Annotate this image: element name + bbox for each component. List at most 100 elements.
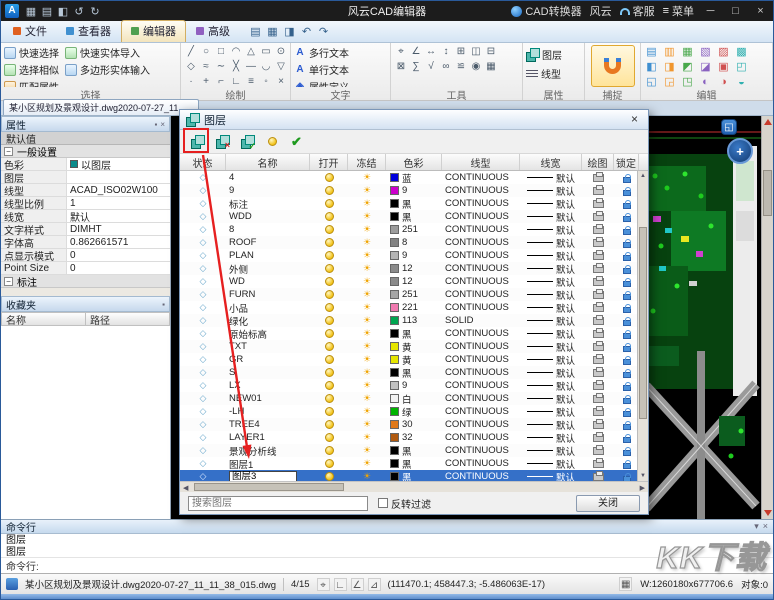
layer-on-icon[interactable]: [325, 212, 334, 221]
layer-freeze-icon[interactable]: ☀: [363, 238, 371, 247]
draw-tool-icon[interactable]: ◠: [229, 45, 243, 59]
layer-row[interactable]: ◇小品☀221CONTINUOUS默认: [180, 301, 637, 314]
titlebar-quick-icon[interactable]: ▤: [40, 5, 54, 18]
layer-plot-icon[interactable]: [593, 408, 604, 416]
layer-linetype[interactable]: CONTINUOUS: [442, 366, 520, 379]
layer-on-icon[interactable]: [325, 433, 334, 442]
layer-color-cell[interactable]: 30: [386, 418, 442, 431]
layer-lineweight[interactable]: 默认: [520, 379, 582, 392]
layer-row[interactable]: ◇LAYER1☀32CONTINUOUS默认: [180, 431, 637, 444]
layer-lineweight[interactable]: 默认: [520, 431, 582, 444]
layer-linetype[interactable]: CONTINUOUS: [442, 418, 520, 431]
layer-on-icon[interactable]: [325, 264, 334, 273]
layer-lock-icon[interactable]: [623, 177, 631, 183]
draw-tool-icon[interactable]: ·: [184, 75, 198, 87]
layer-linetype[interactable]: CONTINUOUS: [442, 379, 520, 392]
layers-dialog-close-icon[interactable]: ×: [627, 113, 642, 127]
draw-tool-icon[interactable]: ⌐: [214, 75, 228, 87]
quick-entity-import-button[interactable]: 快速实体导入: [65, 45, 150, 60]
minimize-button[interactable]: ─: [702, 4, 719, 19]
customer-service-button[interactable]: 客服: [620, 3, 655, 19]
layer-lock-icon[interactable]: [623, 463, 631, 469]
edit-tool-icon[interactable]: ▧: [698, 45, 713, 60]
cad-converter-button[interactable]: CAD转换器: [511, 3, 581, 19]
layer-color-cell[interactable]: 12: [386, 262, 442, 275]
layer-color-cell[interactable]: 黑: [386, 470, 442, 481]
layer-lock-icon[interactable]: [623, 255, 631, 261]
layer-lock-icon[interactable]: [623, 281, 631, 287]
layer-lineweight[interactable]: 默认: [520, 171, 582, 184]
snap-toggle-icon[interactable]: ⊿: [368, 578, 381, 591]
layer-row[interactable]: ◇PLAN☀9CONTINUOUS默认: [180, 249, 637, 262]
draw-tool-icon[interactable]: +: [199, 75, 213, 87]
layer-row[interactable]: ◇S☀黑CONTINUOUS默认: [180, 366, 637, 379]
layer-on-icon[interactable]: [325, 238, 334, 247]
layer-row[interactable]: ◇WDD☀黑CONTINUOUS默认: [180, 210, 637, 223]
draw-tool-icon[interactable]: ◦: [259, 75, 273, 87]
layer-on-icon[interactable]: [325, 316, 334, 325]
scroll-down-icon[interactable]: ▼: [640, 473, 646, 479]
layer-on-icon[interactable]: [325, 251, 334, 260]
layer-lock-icon[interactable]: [623, 190, 631, 196]
layer-name-editbox[interactable]: 图层3: [229, 471, 297, 481]
scrollbar-thumb[interactable]: [763, 170, 772, 216]
attribute-define-button[interactable]: ◈属性定义: [294, 79, 387, 87]
layer-plot-icon[interactable]: [593, 317, 604, 325]
layer-freeze-icon[interactable]: ☀: [363, 420, 371, 429]
titlebar-quick-icon[interactable]: ↻: [88, 5, 102, 18]
tool-icon[interactable]: ⌖: [394, 45, 408, 59]
property-row[interactable]: 图层: [1, 171, 170, 184]
delete-layer-button[interactable]: ×: [212, 132, 232, 151]
layer-lock-icon[interactable]: [623, 385, 631, 391]
text-button[interactable]: A单行文本: [294, 62, 387, 77]
favorites-col-path[interactable]: 路径: [86, 312, 170, 326]
maximize-button[interactable]: □: [727, 4, 744, 19]
layer-row[interactable]: ◇-LH☀绿CONTINUOUS默认: [180, 405, 637, 418]
col-color[interactable]: 色彩: [386, 154, 442, 170]
edit-tool-icon[interactable]: ▤: [644, 45, 659, 60]
select-similar-button[interactable]: 选择相似: [4, 62, 59, 77]
edit-tool-icon[interactable]: ◰: [734, 60, 749, 75]
tool-icon[interactable]: ↔: [424, 45, 438, 59]
layer-row[interactable]: ◇标注☀黑CONTINUOUS默认: [180, 197, 637, 210]
layer-on-icon[interactable]: [325, 459, 334, 468]
layer-freeze-icon[interactable]: ☀: [363, 264, 371, 273]
layer-lock-icon[interactable]: [623, 346, 631, 352]
edit-tool-icon[interactable]: ▥: [662, 45, 677, 60]
layer-lineweight[interactable]: 默认: [520, 223, 582, 236]
layer-states-button[interactable]: [262, 132, 282, 151]
layer-lineweight[interactable]: 默认: [520, 275, 582, 288]
quick-select-button[interactable]: 快速选择: [4, 45, 59, 60]
tool-icon[interactable]: ▦: [484, 60, 498, 74]
layer-on-icon[interactable]: [325, 173, 334, 182]
favorites-list[interactable]: [1, 326, 170, 519]
layer-linetype[interactable]: CONTINUOUS: [442, 353, 520, 366]
layer-lineweight[interactable]: 默认: [520, 353, 582, 366]
layer-linetype[interactable]: CONTINUOUS: [442, 275, 520, 288]
layer-color-cell[interactable]: 白: [386, 392, 442, 405]
draw-tool-icon[interactable]: ≡: [244, 75, 258, 87]
layers-table-scrollbar[interactable]: ▲ ▼: [637, 171, 648, 481]
snap-toggle-icon[interactable]: ∠: [351, 578, 364, 591]
scroll-up-icon[interactable]: [764, 119, 772, 125]
layer-lineweight[interactable]: 默认: [520, 392, 582, 405]
col-linetype[interactable]: 线型: [442, 154, 520, 170]
property-value[interactable]: 0: [67, 249, 170, 261]
property-value[interactable]: 以图层: [67, 158, 170, 170]
layer-freeze-icon[interactable]: ☀: [363, 199, 371, 208]
layer-linetype[interactable]: CONTINUOUS: [442, 470, 520, 481]
col-status[interactable]: 状态: [180, 154, 226, 170]
layer-lock-icon[interactable]: [623, 320, 631, 326]
layer-plot-icon[interactable]: [593, 447, 604, 455]
panel-close-icon[interactable]: ×: [160, 120, 165, 129]
layer-color-cell[interactable]: 8: [386, 236, 442, 249]
layer-lineweight[interactable]: 默认: [520, 262, 582, 275]
layer-plot-icon[interactable]: [593, 304, 604, 312]
document-tab[interactable]: 某小区规划及景观设计.dwg2020-07-27_11...: [3, 99, 199, 115]
scrollbar-thumb[interactable]: [194, 483, 344, 491]
command-input[interactable]: [43, 560, 768, 571]
layer-row[interactable]: ◇FURN☀251CONTINUOUS默认: [180, 288, 637, 301]
layer-row[interactable]: ◇原始标高☀黑CONTINUOUS默认: [180, 327, 637, 340]
menubar-quick-icon[interactable]: ◨: [282, 25, 297, 39]
layer-lock-icon[interactable]: [623, 242, 631, 248]
